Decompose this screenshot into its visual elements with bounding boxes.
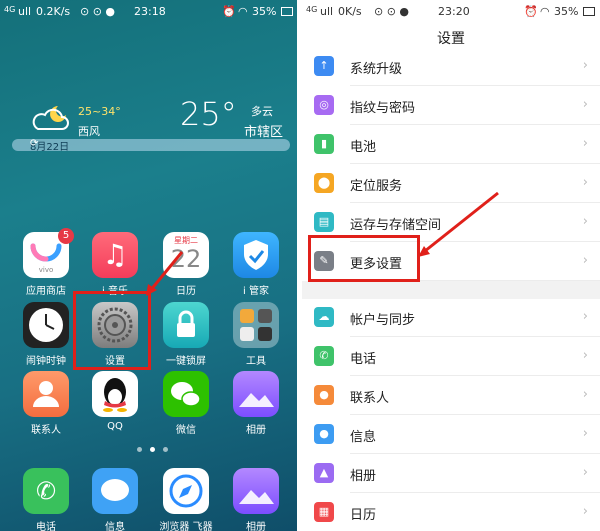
- notification-badge: 5: [58, 228, 74, 244]
- settings-screen: 4G ull 0K/s ⊙ ⊙ ● 23:20 ⏰ ◠ 35% 设置 ↑ 系统升级…: [302, 0, 600, 531]
- arrow-annotation: [418, 191, 499, 257]
- home-screen: 4G ull 0.2K/s ⊙ ⊙ ● 23:18 ⏰ ◠ 35% 25~34°…: [0, 0, 297, 531]
- arrow-annotation: [146, 251, 184, 296]
